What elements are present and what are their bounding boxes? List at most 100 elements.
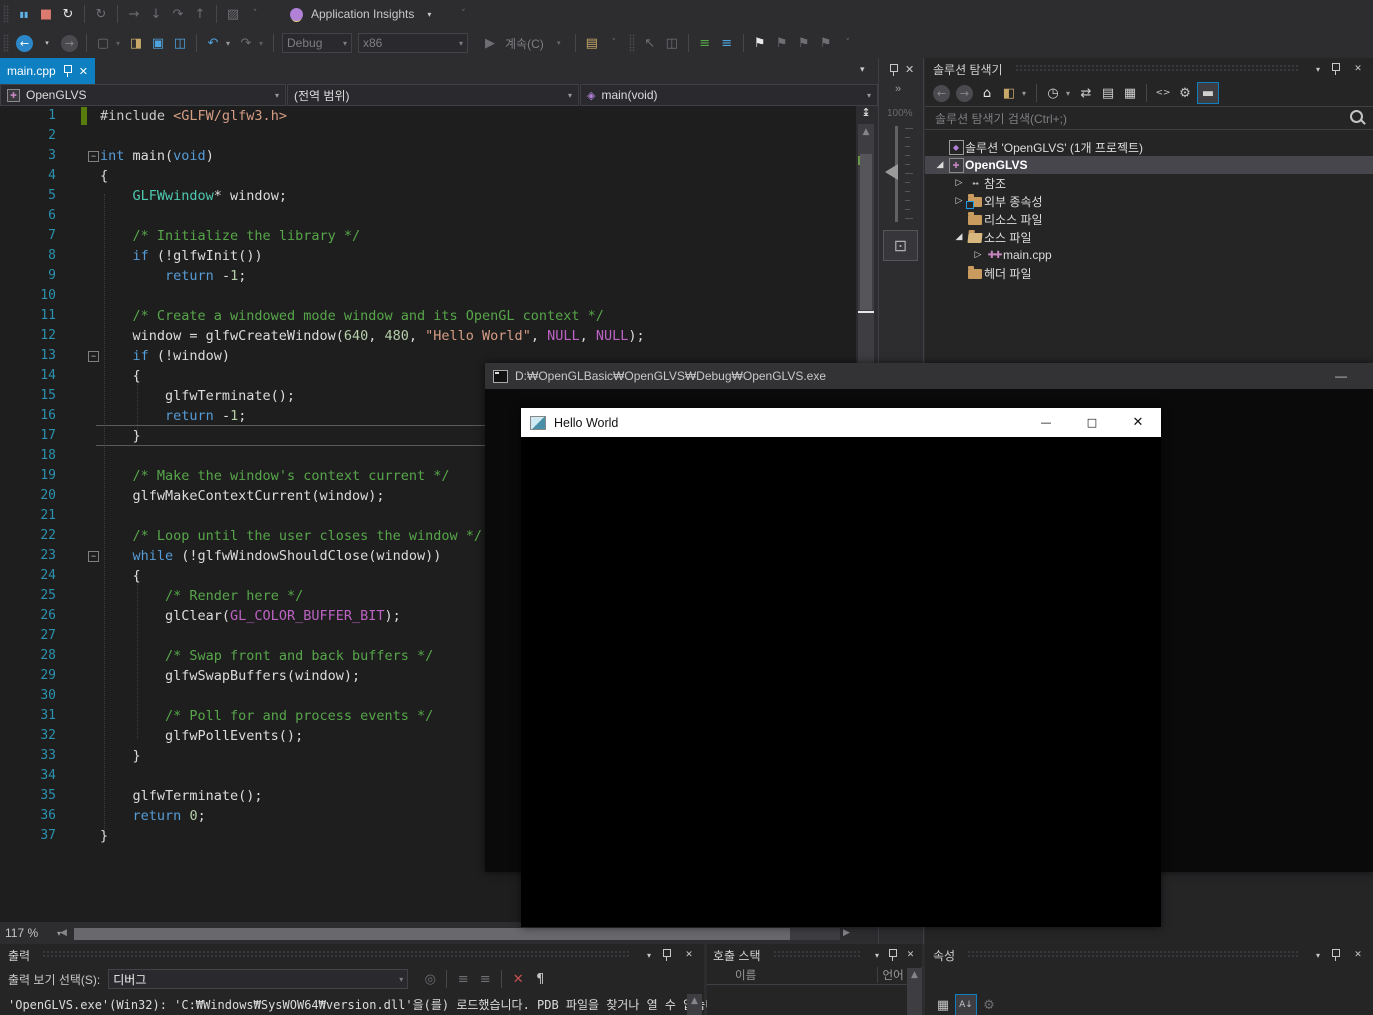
editor-split-handle[interactable]: ↨ [857,106,875,123]
callstack-titlebar[interactable]: 호출 스택 ▾ ✕ [707,944,922,966]
se-switch-views-button-dropdown[interactable]: ▾ [1022,89,1030,98]
panel-overflow-icon[interactable]: » [895,83,901,95]
fold-collapse-icon[interactable]: − [88,151,99,162]
next-bookmark-button[interactable]: ⚑ [794,33,814,53]
toolbar-overflow[interactable]: ˅ [245,4,265,24]
continue-label[interactable]: 계속(C) [502,35,547,52]
prev-bookmark-button[interactable]: ⚑ [772,33,792,53]
toolbar-overflow-3[interactable]: ˅ [838,33,858,53]
select-pointer-button[interactable]: ↖ [640,33,660,53]
tab-pin-icon[interactable] [63,65,72,77]
stop-button[interactable]: ■ [36,4,56,24]
hello-world-canvas[interactable] [521,437,1161,927]
member-dropdown[interactable]: ◈ main(void) ▾ [580,84,878,106]
code-line-12[interactable]: 12 window = glfwCreateWindow(640, 480, "… [0,326,856,346]
scroll-up-arrow[interactable]: ▲ [858,124,874,137]
diagnostics-button[interactable]: ▤ [582,33,602,53]
step-into-button[interactable]: ↓ [146,4,166,24]
toolbar-overflow-2[interactable]: ˅ [453,4,473,24]
save-button[interactable]: ▣ [148,33,168,53]
console-minimize-button[interactable]: — [1335,369,1347,383]
scroll-up-arrow[interactable]: ▲ [907,968,922,980]
window-position-icon[interactable]: ▾ [1311,65,1325,74]
clear-bookmarks-button[interactable]: ⚑ [816,33,836,53]
undo-button-dropdown[interactable]: ▾ [226,39,234,48]
tree-expander-icon[interactable]: ▷ [971,250,985,260]
code-line-1[interactable]: 1 #include <GLFW/glfw3.h> [0,106,856,126]
tab-close-icon[interactable]: ✕ [79,65,88,78]
pin-icon[interactable] [1331,949,1345,961]
callstack-scrollbar[interactable]: ▲ [907,968,922,1015]
output-next-message-button[interactable]: ≡ [475,969,495,989]
save-all-button[interactable]: ◫ [170,33,190,53]
callstack-column-이름[interactable]: 이름 [731,967,879,983]
se-collapse-all-button[interactable]: ▤ [1098,83,1118,103]
application-insights-dropdown[interactable]: ▾ [419,4,439,24]
tab-overflow-icon[interactable]: ▾ [860,65,865,75]
tree-item--[interactable]: ▷ ▪-▪ 참조 [925,174,1373,192]
close-icon[interactable]: ✕ [682,950,696,960]
redo-button[interactable]: ↷ [236,33,256,53]
properties-titlebar[interactable]: 속성 ▾ ✕ [925,944,1373,966]
se-pending-changes-filter-dropdown[interactable]: ▾ [1066,89,1074,98]
show-next-statement-button[interactable]: → [124,4,144,24]
scroll-left-arrow[interactable]: ◀ [60,928,67,938]
panel-close-icon[interactable]: ✕ [905,63,914,76]
step-out-button[interactable]: ↑ [190,4,210,24]
diagnostics-overflow[interactable]: ˅ [604,33,624,53]
h-scrollbar-thumb[interactable] [74,928,790,940]
se-code-view-button[interactable]: <> [1153,83,1173,103]
tree-item--[interactable]: 헤더 파일 [925,264,1373,282]
toolbar-grip[interactable] [3,34,9,52]
tree-item--[interactable]: ◢ 소스 파일 [925,228,1373,246]
bookmark-button[interactable]: ⚑ [750,33,770,53]
line-unindent-button[interactable]: ≡ [717,33,737,53]
properties-pages-button[interactable]: ⚙ [979,995,999,1015]
output-prev-message-button[interactable]: ≡ [453,969,473,989]
output-titlebar[interactable]: 출력 ▾ ✕ [0,944,704,966]
se-back-button[interactable]: ← [933,84,950,102]
code-line-5[interactable]: 5 GLFWwindow* window; [0,186,856,206]
scrollbar-thumb[interactable] [860,154,872,310]
close-button[interactable]: ✕ [1115,408,1161,437]
pin-icon[interactable] [1331,63,1345,75]
code-line-11[interactable]: 11 /* Create a windowed mode window and … [0,306,856,326]
code-line-9[interactable]: 9 return -1; [0,266,856,286]
se-pending-changes-filter[interactable]: ◷ [1043,83,1063,103]
se-forward-button[interactable]: → [956,84,973,102]
h-scrollbar-track[interactable] [74,928,840,940]
se-preview-toggle-button[interactable]: ▬ [1197,82,1219,104]
new-file-button-dropdown[interactable]: ▾ [116,39,124,48]
platform-combo[interactable]: x86 ▾ [358,33,468,53]
editor-zoom-dropdown[interactable]: 117 % ▾ [0,924,66,942]
tree-item--[interactable]: ▷ 외부 종속성 [925,192,1373,210]
hello-world-titlebar[interactable]: Hello World — □ ✕ [521,408,1161,437]
output-find-message-button[interactable]: ◎ [420,969,440,989]
se-switch-views-button[interactable]: ◧ [999,83,1019,103]
redo-button-dropdown[interactable]: ▾ [259,39,267,48]
configuration-combo[interactable]: Debug ▾ [282,33,352,53]
titlebar-grip[interactable] [3,5,9,23]
copy-parallel-button[interactable]: ◫ [662,33,682,53]
close-icon[interactable]: ✕ [1351,64,1365,74]
tab-main-cpp[interactable]: main.cpp ✕ [0,58,95,84]
code-line-4[interactable]: 4{ [0,166,856,186]
tree-item--[interactable]: 리소스 파일 [925,210,1373,228]
solution-explorer-titlebar[interactable]: 솔루션 탐색기 ▾ ✕ [925,58,1373,80]
solution-explorer-search[interactable]: 솔루션 탐색기 검색(Ctrl+;) [925,106,1373,130]
new-file-button[interactable]: ▢ [93,33,113,53]
navigate-backward-dropdown[interactable]: ▾ [37,33,57,53]
se-sync-button[interactable]: ⇄ [1076,83,1096,103]
console-titlebar[interactable]: D:₩OpenGLBasic₩OpenGLVS₩Debug₩OpenGLVS.e… [485,363,1373,389]
minimize-button[interactable]: — [1023,408,1069,437]
fold-collapse-icon[interactable]: − [88,351,99,362]
tree-item-openglvs[interactable]: ◢ ✚ OpenGLVS [925,156,1373,174]
pin-icon[interactable] [662,949,676,961]
pin-icon[interactable] [888,949,899,961]
maximize-button[interactable]: □ [1069,408,1115,437]
output-scrollbar[interactable]: ▲ [687,994,702,1015]
search-icon[interactable] [1350,110,1363,123]
output-word-wrap-button[interactable]: ¶ [530,969,550,989]
application-insights-label[interactable]: Application Insights [308,7,417,21]
toolbar-grip-2[interactable] [628,34,635,52]
